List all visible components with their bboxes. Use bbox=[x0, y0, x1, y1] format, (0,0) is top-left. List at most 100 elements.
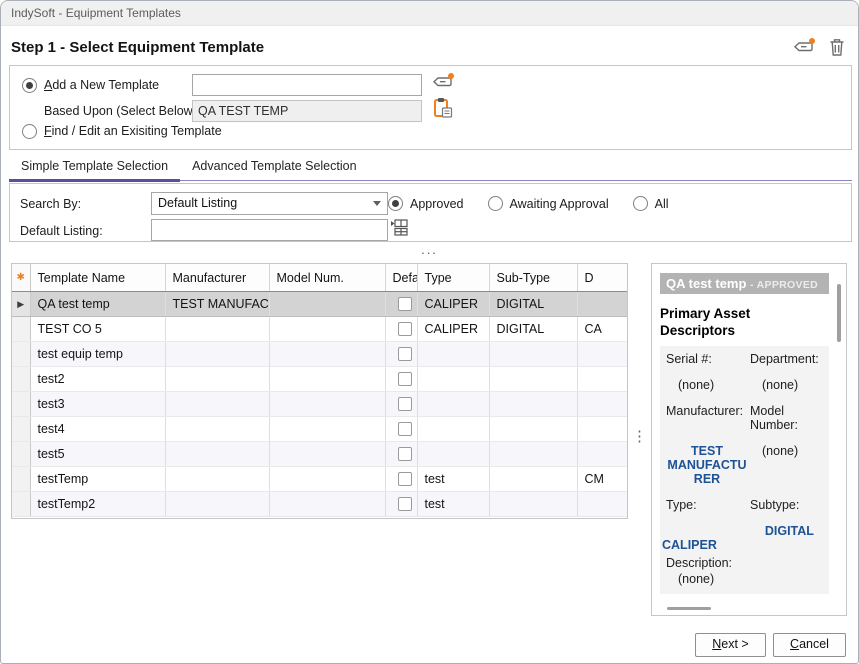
table-row[interactable]: test4 bbox=[12, 417, 628, 442]
col-model-num[interactable]: Model Num. bbox=[269, 264, 385, 292]
table-row[interactable]: TEST CO 5 CALIPER DIGITAL CA bbox=[12, 317, 628, 342]
cell-default[interactable] bbox=[385, 367, 417, 392]
all-radio[interactable] bbox=[633, 196, 648, 211]
cell-manufacturer[interactable] bbox=[165, 467, 269, 492]
search-by-combobox[interactable]: Default Listing bbox=[151, 192, 388, 215]
table-row[interactable]: test2 bbox=[12, 367, 628, 392]
cell-subtype[interactable] bbox=[489, 467, 577, 492]
window-titlebar[interactable]: IndySoft - Equipment Templates bbox=[1, 1, 858, 26]
default-checkbox[interactable] bbox=[398, 497, 412, 511]
cell-subtype[interactable]: DIGITAL bbox=[489, 317, 577, 342]
cell-description[interactable] bbox=[577, 417, 628, 442]
cell-model[interactable] bbox=[269, 292, 385, 317]
cell-subtype[interactable] bbox=[489, 492, 577, 517]
default-checkbox[interactable] bbox=[398, 422, 412, 436]
cell-name[interactable]: testTemp2 bbox=[30, 492, 165, 517]
approved-radio[interactable] bbox=[388, 196, 403, 211]
cell-manufacturer[interactable] bbox=[165, 342, 269, 367]
cell-subtype[interactable]: DIGITAL bbox=[489, 292, 577, 317]
horizontal-splitter-handle[interactable]: ... bbox=[421, 242, 438, 257]
cell-description[interactable] bbox=[577, 492, 628, 517]
tab-simple-template-selection[interactable]: Simple Template Selection bbox=[9, 153, 180, 180]
all-label[interactable]: All bbox=[655, 197, 669, 211]
default-checkbox[interactable] bbox=[398, 447, 412, 461]
cell-name[interactable]: test3 bbox=[30, 392, 165, 417]
cell-name[interactable]: test5 bbox=[30, 442, 165, 467]
datasheet-view-icon[interactable] bbox=[389, 218, 409, 243]
cell-default[interactable] bbox=[385, 467, 417, 492]
cell-type[interactable]: CALIPER bbox=[417, 317, 489, 342]
default-listing-input[interactable] bbox=[151, 219, 388, 241]
cell-model[interactable] bbox=[269, 417, 385, 442]
cell-subtype[interactable] bbox=[489, 417, 577, 442]
cell-type[interactable] bbox=[417, 367, 489, 392]
default-checkbox[interactable] bbox=[398, 372, 412, 386]
default-checkbox[interactable] bbox=[398, 297, 412, 311]
cell-default[interactable] bbox=[385, 342, 417, 367]
cell-description[interactable]: CA bbox=[577, 317, 628, 342]
cell-manufacturer[interactable] bbox=[165, 392, 269, 417]
cell-type[interactable] bbox=[417, 342, 489, 367]
approved-label[interactable]: Approved bbox=[410, 197, 464, 211]
cell-manufacturer[interactable] bbox=[165, 417, 269, 442]
cell-model[interactable] bbox=[269, 342, 385, 367]
details-vertical-scrollbar[interactable] bbox=[837, 284, 841, 342]
table-row[interactable]: ▶ QA test temp TEST MANUFACTURER CALIPER… bbox=[12, 292, 628, 317]
cell-model[interactable] bbox=[269, 317, 385, 342]
table-row[interactable]: testTemp test CM bbox=[12, 467, 628, 492]
cell-description[interactable] bbox=[577, 342, 628, 367]
default-checkbox[interactable] bbox=[398, 472, 412, 486]
cancel-button[interactable]: Cancel bbox=[773, 633, 846, 657]
new-template-icon[interactable] bbox=[792, 37, 816, 62]
cell-model[interactable] bbox=[269, 392, 385, 417]
vertical-splitter-handle[interactable]: ⋮ bbox=[632, 429, 647, 444]
table-row[interactable]: testTemp2 test bbox=[12, 492, 628, 517]
cell-type[interactable]: test bbox=[417, 467, 489, 492]
cell-description[interactable] bbox=[577, 367, 628, 392]
col-default[interactable]: Defau bbox=[385, 264, 417, 292]
cell-manufacturer[interactable] bbox=[165, 317, 269, 342]
cell-name[interactable]: QA test temp bbox=[30, 292, 165, 317]
paste-template-icon[interactable] bbox=[433, 96, 453, 125]
find-edit-template-label[interactable]: Find / Edit an Exisiting Template bbox=[44, 124, 222, 138]
tab-advanced-template-selection[interactable]: Advanced Template Selection bbox=[180, 153, 368, 180]
awaiting-approval-radio[interactable] bbox=[488, 196, 503, 211]
cell-name[interactable]: test2 bbox=[30, 367, 165, 392]
cell-model[interactable] bbox=[269, 367, 385, 392]
cell-type[interactable]: CALIPER bbox=[417, 292, 489, 317]
cell-type[interactable] bbox=[417, 442, 489, 467]
delete-template-icon[interactable] bbox=[828, 37, 846, 62]
col-type[interactable]: Type bbox=[417, 264, 489, 292]
col-sub-type[interactable]: Sub-Type bbox=[489, 264, 577, 292]
cell-model[interactable] bbox=[269, 492, 385, 517]
cell-default[interactable] bbox=[385, 442, 417, 467]
cell-name[interactable]: test4 bbox=[30, 417, 165, 442]
cell-subtype[interactable] bbox=[489, 442, 577, 467]
table-row[interactable]: test3 bbox=[12, 392, 628, 417]
cell-model[interactable] bbox=[269, 442, 385, 467]
cell-type[interactable] bbox=[417, 417, 489, 442]
cell-model[interactable] bbox=[269, 467, 385, 492]
cell-manufacturer[interactable] bbox=[165, 442, 269, 467]
default-checkbox[interactable] bbox=[398, 347, 412, 361]
cell-description[interactable]: CM bbox=[577, 467, 628, 492]
cell-manufacturer[interactable] bbox=[165, 492, 269, 517]
table-row[interactable]: test equip temp bbox=[12, 342, 628, 367]
next-button[interactable]: Next > bbox=[695, 633, 766, 657]
cell-name[interactable]: testTemp bbox=[30, 467, 165, 492]
find-edit-template-radio[interactable] bbox=[22, 124, 37, 139]
cell-manufacturer[interactable]: TEST MANUFACTURER bbox=[165, 292, 269, 317]
cell-description[interactable] bbox=[577, 442, 628, 467]
default-checkbox[interactable] bbox=[398, 322, 412, 336]
cell-name[interactable]: TEST CO 5 bbox=[30, 317, 165, 342]
new-template-tag-icon[interactable] bbox=[431, 72, 455, 97]
cell-type[interactable]: test bbox=[417, 492, 489, 517]
cell-subtype[interactable] bbox=[489, 392, 577, 417]
cell-type[interactable] bbox=[417, 392, 489, 417]
cell-name[interactable]: test equip temp bbox=[30, 342, 165, 367]
cell-description[interactable] bbox=[577, 292, 628, 317]
details-horizontal-scrollbar[interactable] bbox=[667, 607, 711, 610]
col-manufacturer[interactable]: Manufacturer bbox=[165, 264, 269, 292]
cell-default[interactable] bbox=[385, 392, 417, 417]
cell-subtype[interactable] bbox=[489, 342, 577, 367]
